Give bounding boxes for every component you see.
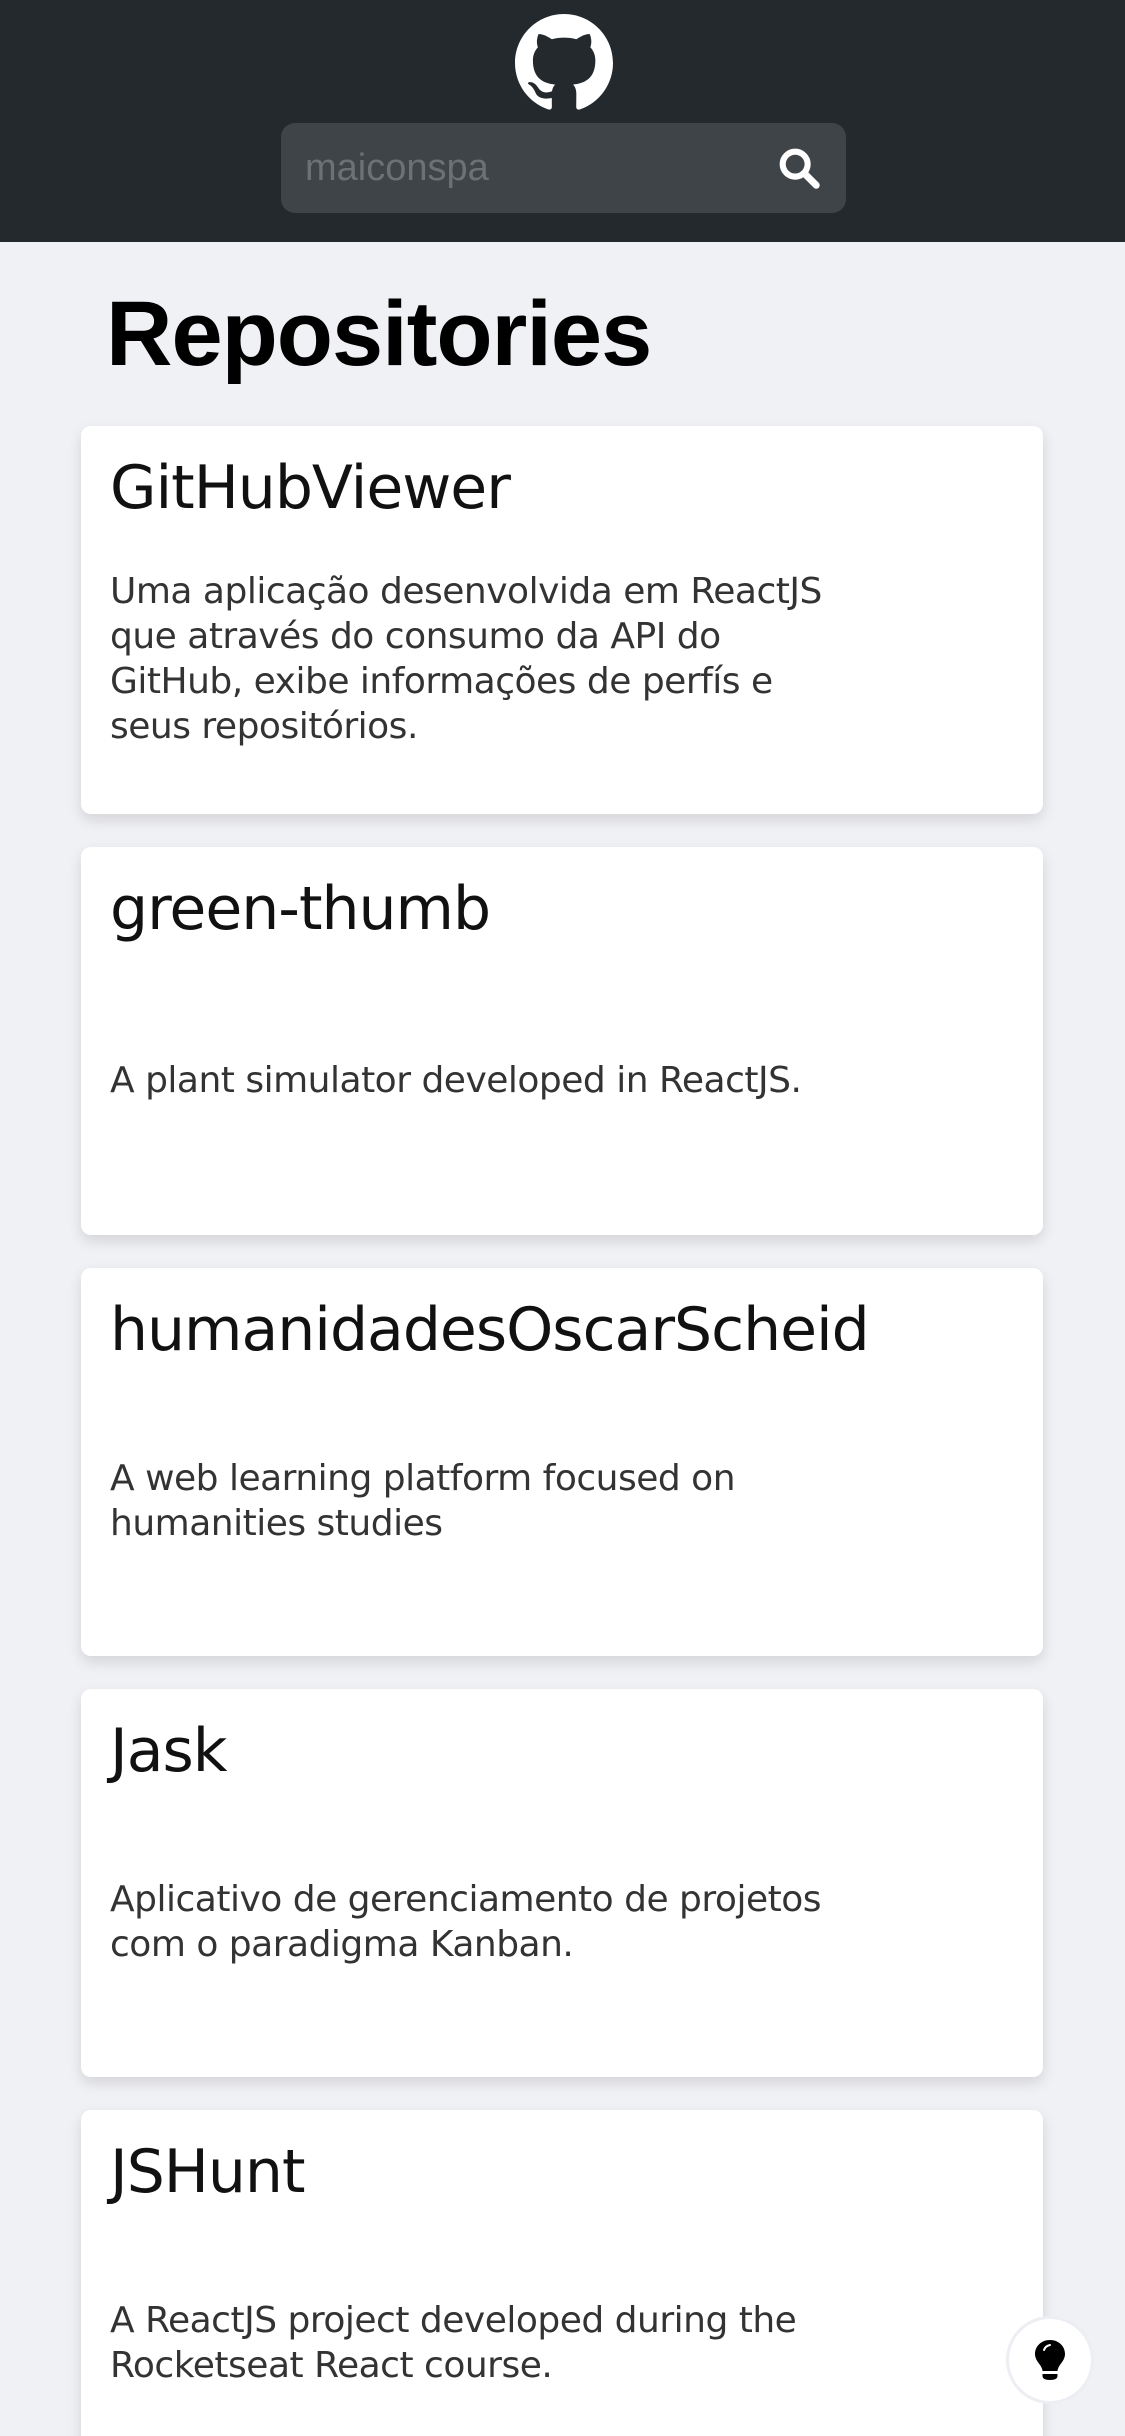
search-icon[interactable]	[776, 145, 822, 191]
repository-card[interactable]: green-thumb A plant simulator developed …	[81, 847, 1043, 1235]
page-title: Repositories	[106, 283, 652, 385]
repository-name[interactable]: Jask	[110, 1715, 1014, 1787]
header	[0, 0, 1125, 242]
theme-toggle-button[interactable]	[1006, 2316, 1094, 2404]
repository-description: A plant simulator developed in ReactJS.	[110, 1059, 802, 1101]
repository-name[interactable]: GitHubViewer	[110, 452, 1014, 524]
repository-description: Aplicativo de gerenciamento de projetos …	[110, 1879, 822, 1965]
lightbulb-icon	[1035, 2340, 1065, 2380]
github-icon[interactable]	[515, 14, 613, 112]
repository-card[interactable]: JSHunt A ReactJS project developed durin…	[81, 2110, 1043, 2436]
repository-card[interactable]: GitHubViewer Uma aplicação desenvolvida …	[81, 426, 1043, 814]
repository-card[interactable]: humanidadesOscarScheid A web learning pl…	[81, 1268, 1043, 1656]
search-input[interactable]	[305, 123, 745, 213]
repository-name[interactable]: JSHunt	[110, 2136, 1014, 2208]
repository-description: A ReactJS project developed during the R…	[110, 2300, 797, 2386]
repository-name[interactable]: humanidadesOscarScheid	[110, 1294, 1014, 1366]
repository-description: A web learning platform focused on human…	[110, 1458, 736, 1544]
repository-card[interactable]: Jask Aplicativo de gerenciamento de proj…	[81, 1689, 1043, 2077]
repository-name[interactable]: green-thumb	[110, 873, 1014, 945]
repository-description: Uma aplicação desenvolvida em ReactJS qu…	[110, 571, 822, 747]
search-bar	[281, 123, 846, 213]
